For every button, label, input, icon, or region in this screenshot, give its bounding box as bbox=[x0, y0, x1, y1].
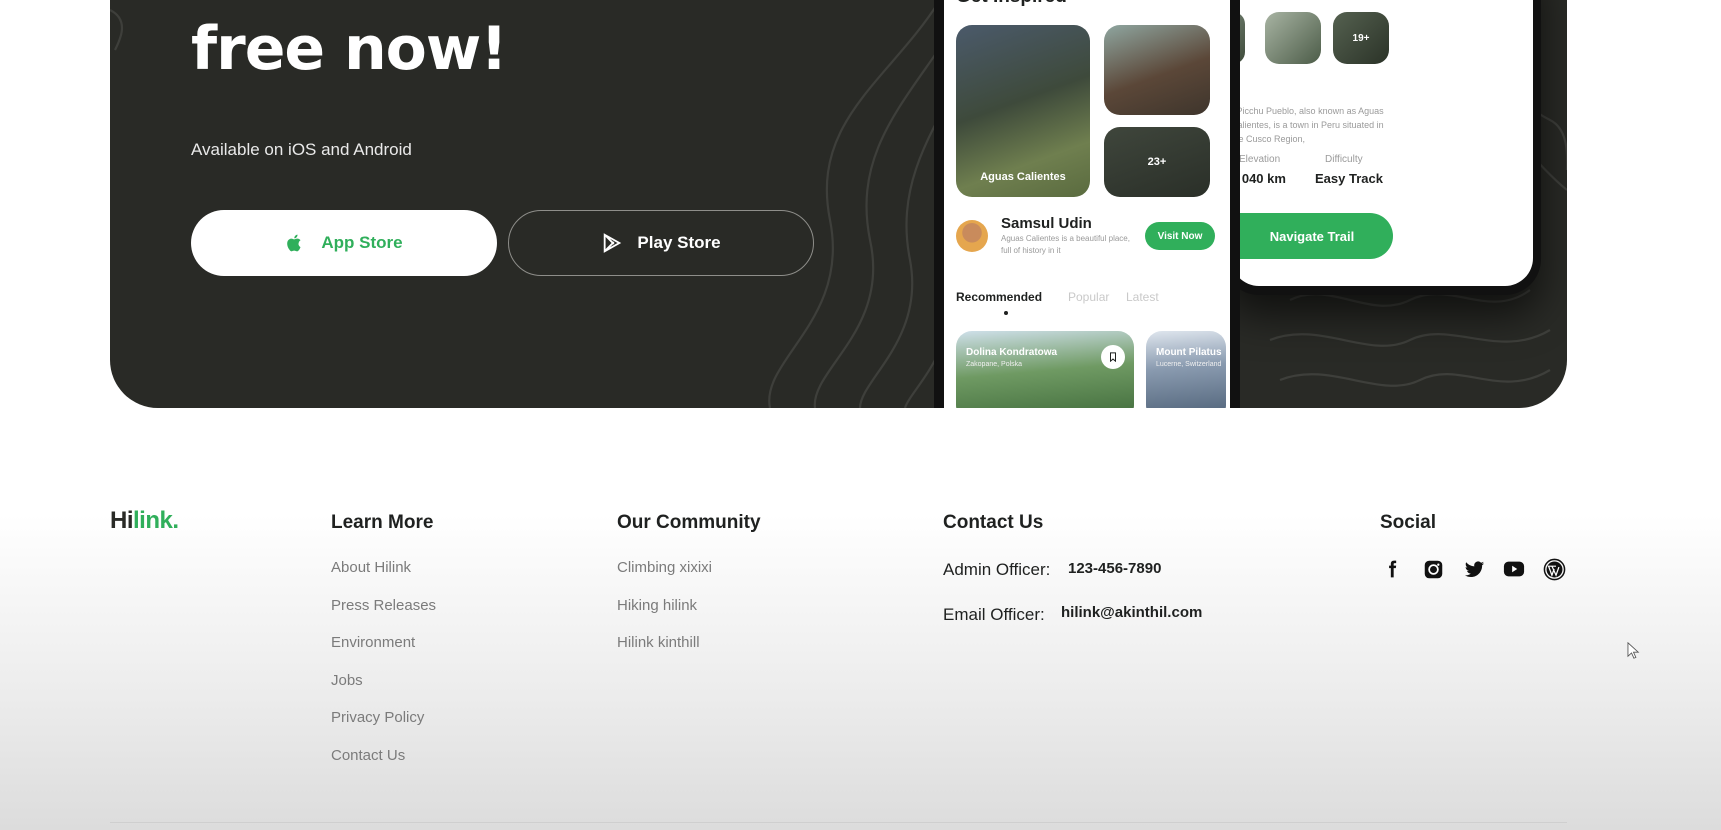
footer-link-climbing[interactable]: Climbing xixixi bbox=[617, 559, 712, 576]
footer-link-jobs[interactable]: Jobs bbox=[331, 672, 363, 689]
phone-mockup-front: Get Inspired Aguas Calientes 23+ Samsul … bbox=[934, 0, 1240, 408]
difficulty-value: Easy Track bbox=[1315, 171, 1383, 186]
footer-divider bbox=[110, 822, 1567, 823]
hero-title: free now! bbox=[191, 14, 508, 84]
community-title: Our Community bbox=[617, 512, 761, 533]
apple-icon bbox=[285, 232, 307, 254]
play-store-button[interactable]: Play Store bbox=[508, 210, 814, 276]
email-officer-address[interactable]: hilink@akinthil.com bbox=[1061, 604, 1202, 621]
featured-photo[interactable]: Aguas Calientes bbox=[956, 25, 1090, 197]
footer-link-kinthill[interactable]: Hilink kinthill bbox=[617, 634, 700, 651]
trail-thumbnail[interactable] bbox=[1104, 25, 1210, 115]
tab-recommended[interactable]: Recommended bbox=[956, 290, 1042, 304]
trail-thumbnail bbox=[1265, 12, 1321, 64]
active-tab-indicator bbox=[1004, 311, 1008, 315]
footer-link-about[interactable]: About Hilink bbox=[331, 559, 411, 576]
footer-link-hiking[interactable]: Hiking hilink bbox=[617, 597, 697, 614]
phone-mockup-back: 19+ Machu Picchu Pueblo, also known as A… bbox=[1223, 0, 1541, 295]
phone-front-screen: Get Inspired Aguas Calientes 23+ Samsul … bbox=[944, 0, 1230, 408]
more-photos-count: 19+ bbox=[1333, 12, 1389, 64]
email-officer-label: Email Officer: bbox=[943, 605, 1045, 624]
learn-more-title: Learn More bbox=[331, 512, 434, 533]
difficulty-label: Difficulty bbox=[1325, 154, 1363, 165]
app-store-label: App Store bbox=[321, 233, 403, 252]
play-store-label: Play Store bbox=[637, 233, 721, 252]
trail-card-location: Zakopane, Polska bbox=[966, 361, 1023, 368]
admin-officer-phone[interactable]: 123-456-7890 bbox=[1068, 560, 1161, 577]
author-description: Aguas Calientes is a beautiful place, fu… bbox=[1001, 234, 1130, 255]
bookmark-icon[interactable] bbox=[1101, 345, 1125, 369]
play-store-icon bbox=[601, 232, 623, 254]
trail-card-location: Lucerne, Switzerland bbox=[1156, 361, 1222, 368]
featured-caption: Aguas Calientes bbox=[980, 171, 1066, 183]
wordpress-icon[interactable] bbox=[1542, 557, 1566, 581]
app-store-button[interactable]: App Store bbox=[191, 210, 497, 276]
contact-title: Contact Us bbox=[943, 512, 1044, 533]
trail-description: Machu Picchu Pueblo, also known as Aguas… bbox=[1231, 106, 1384, 144]
author-name: Samsul Udin bbox=[1001, 215, 1092, 232]
elevation-label: Elevation bbox=[1239, 154, 1281, 165]
admin-officer-label: Admin Officer: bbox=[943, 560, 1051, 579]
trail-card[interactable]: Mount Pilatus Lucerne, Switzerland bbox=[1146, 331, 1226, 408]
instagram-icon[interactable] bbox=[1421, 557, 1445, 581]
phone-back-screen: 19+ Machu Picchu Pueblo, also known as A… bbox=[1231, 0, 1533, 286]
logo-text-green: link. bbox=[133, 507, 179, 534]
trail-card-title: Mount Pilatus bbox=[1156, 347, 1222, 358]
youtube-icon[interactable] bbox=[1502, 557, 1526, 581]
footer-link-contact[interactable]: Contact Us bbox=[331, 747, 405, 764]
mouse-cursor-icon bbox=[1627, 641, 1640, 666]
more-photos-count[interactable]: 23+ bbox=[1104, 127, 1210, 197]
twitter-icon[interactable] bbox=[1462, 557, 1486, 581]
hilink-logo[interactable]: Hilink. bbox=[110, 507, 179, 535]
section-title: Get Inspired bbox=[956, 0, 1067, 8]
trail-card[interactable]: Dolina Kondratowa Zakopane, Polska bbox=[956, 331, 1134, 408]
footer-link-press[interactable]: Press Releases bbox=[331, 597, 436, 614]
footer-link-privacy[interactable]: Privacy Policy bbox=[331, 709, 424, 726]
visit-now-button[interactable]: Visit Now bbox=[1145, 222, 1215, 250]
social-title: Social bbox=[1380, 512, 1436, 533]
facebook-icon[interactable] bbox=[1380, 557, 1404, 581]
tab-popular[interactable]: Popular bbox=[1068, 290, 1109, 304]
tab-latest[interactable]: Latest bbox=[1126, 290, 1159, 304]
trail-card-title: Dolina Kondratowa bbox=[966, 347, 1058, 358]
hero-subtitle: Available on iOS and Android bbox=[191, 140, 412, 159]
author-avatar bbox=[956, 220, 988, 252]
logo-text-dark: Hi bbox=[110, 507, 134, 534]
navigate-trail-button[interactable]: Navigate Trail bbox=[1231, 213, 1393, 259]
footer-link-environment[interactable]: Environment bbox=[331, 634, 415, 651]
download-banner: free now! Available on iOS and Android A… bbox=[110, 0, 1567, 408]
